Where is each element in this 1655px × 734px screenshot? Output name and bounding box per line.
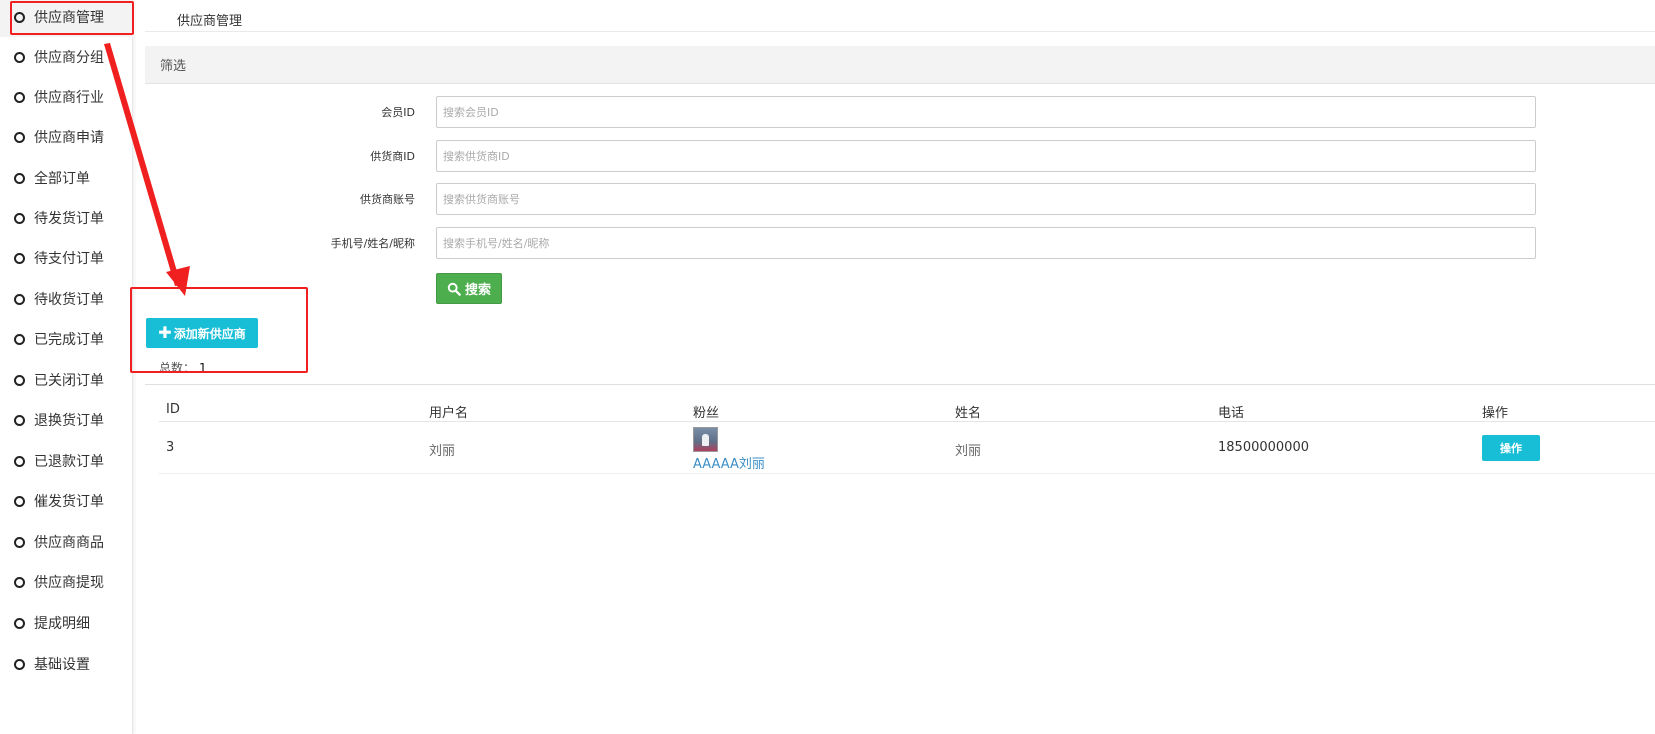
operation-button[interactable]: 操作 bbox=[1482, 435, 1540, 461]
sidebar-item-label: 基础设置 bbox=[34, 657, 90, 673]
sidebar-item-label: 待收货订单 bbox=[34, 292, 104, 308]
column-header-fans: 粉丝 bbox=[693, 406, 720, 421]
sidebar-item-pending-receipt[interactable]: 待收货订单 bbox=[0, 279, 133, 319]
sidebar-item-pending-shipment[interactable]: 待发货订单 bbox=[0, 198, 133, 238]
breadcrumb: 供应商管理 bbox=[177, 14, 243, 29]
sidebar-item-supplier-products[interactable]: 供应商商品 bbox=[0, 522, 133, 562]
sidebar-item-shipment-reminders[interactable]: 催发货订单 bbox=[0, 481, 133, 521]
sidebar-item-label: 已关闭订单 bbox=[34, 373, 104, 389]
filter-row-supplier-id: 供货商ID bbox=[145, 140, 1545, 172]
search-button-label: 搜索 bbox=[464, 283, 491, 298]
column-header-id: ID bbox=[166, 402, 180, 417]
sidebar-item-supplier-applications[interactable]: 供应商申请 bbox=[0, 117, 133, 157]
sidebar-item-label: 供应商行业 bbox=[34, 90, 104, 106]
circle-icon bbox=[14, 91, 25, 103]
circle-icon bbox=[14, 617, 25, 629]
filter-row-supplier-account: 供货商账号 bbox=[145, 183, 1545, 215]
circle-icon bbox=[14, 172, 25, 184]
filter-title: 筛选 bbox=[160, 59, 187, 74]
circle-icon bbox=[14, 252, 25, 264]
sidebar-item-refunded[interactable]: 已退款订单 bbox=[0, 441, 133, 481]
sidebar-item-supplier-industry[interactable]: 供应商行业 bbox=[0, 77, 133, 117]
circle-icon bbox=[14, 374, 25, 386]
circle-icon bbox=[14, 658, 25, 670]
person-figure bbox=[702, 433, 709, 446]
sidebar-item-label: 供应商申请 bbox=[34, 130, 104, 146]
sidebar-item-completed-orders[interactable]: 已完成订单 bbox=[0, 319, 133, 359]
filter-row-phone-name-nickname: 手机号/姓名/昵称 bbox=[145, 227, 1545, 259]
member-id-input[interactable] bbox=[436, 96, 1536, 128]
circle-icon bbox=[14, 576, 25, 588]
phone-name-nickname-label: 手机号/姓名/昵称 bbox=[330, 237, 415, 250]
sidebar-item-supplier-groups[interactable]: 供应商分组 bbox=[0, 37, 133, 77]
cell-name: 刘丽 bbox=[955, 444, 982, 459]
member-id-label: 会员ID bbox=[381, 106, 415, 119]
circle-icon bbox=[14, 293, 25, 305]
cell-fan-nickname[interactable]: AAAAA刘丽 bbox=[693, 453, 765, 472]
cell-phone: 18500000000 bbox=[1218, 440, 1309, 455]
sidebar-item-label: 提成明细 bbox=[34, 616, 90, 632]
column-header-name: 姓名 bbox=[955, 406, 982, 421]
circle-icon bbox=[14, 536, 25, 548]
annotation-highlight-box bbox=[130, 287, 308, 373]
filter-row-member-id: 会员ID bbox=[145, 96, 1545, 128]
search-icon bbox=[447, 282, 461, 296]
circle-icon bbox=[14, 495, 25, 507]
sidebar-item-label: 全部订单 bbox=[34, 171, 90, 187]
phone-name-nickname-input[interactable] bbox=[436, 227, 1536, 259]
sidebar-item-label: 供应商分组 bbox=[34, 50, 104, 66]
supplier-account-input[interactable] bbox=[436, 183, 1536, 215]
circle-icon bbox=[14, 131, 25, 143]
cell-username: 刘丽 bbox=[429, 444, 456, 459]
supplier-account-label: 供货商账号 bbox=[360, 193, 415, 206]
supplier-id-input[interactable] bbox=[436, 140, 1536, 172]
sidebar-item-label: 已完成订单 bbox=[34, 332, 104, 348]
cell-id: 3 bbox=[166, 440, 175, 455]
sidebar-item-label: 已退款订单 bbox=[34, 454, 104, 470]
column-header-phone: 电话 bbox=[1218, 406, 1245, 421]
column-header-username: 用户名 bbox=[429, 406, 469, 421]
supplier-id-label: 供货商ID bbox=[370, 150, 415, 163]
table-row-divider bbox=[159, 473, 1655, 474]
sidebar-item-returns[interactable]: 退换货订单 bbox=[0, 400, 133, 440]
sidebar: 供应商管理 供应商分组 供应商行业 供应商申请 全部订单 待发货订单 待支付订单… bbox=[0, 0, 133, 734]
circle-icon bbox=[14, 212, 25, 224]
sidebar-item-label: 待支付订单 bbox=[34, 251, 104, 267]
sidebar-item-closed-orders[interactable]: 已关闭订单 bbox=[0, 360, 133, 400]
search-button[interactable]: 搜索 bbox=[436, 273, 502, 304]
column-header-actions: 操作 bbox=[1482, 406, 1509, 421]
circle-icon bbox=[14, 51, 25, 63]
sidebar-item-basic-settings[interactable]: 基础设置 bbox=[0, 644, 133, 684]
sidebar-item-label: 催发货订单 bbox=[34, 494, 104, 510]
sidebar-item-label: 待发货订单 bbox=[34, 211, 104, 227]
sidebar-item-pending-payment[interactable]: 待支付订单 bbox=[0, 238, 133, 278]
divider bbox=[145, 384, 1655, 385]
sidebar-item-label: 退换货订单 bbox=[34, 413, 104, 429]
divider bbox=[145, 31, 1655, 32]
sidebar-item-supplier-withdrawals[interactable]: 供应商提现 bbox=[0, 562, 133, 602]
filter-panel-header: 筛选 bbox=[145, 46, 1655, 84]
avatar bbox=[693, 427, 718, 452]
sidebar-item-label: 供应商提现 bbox=[34, 575, 104, 591]
sidebar-item-label: 供应商商品 bbox=[34, 535, 104, 551]
sidebar-item-commission-details[interactable]: 提成明细 bbox=[0, 603, 133, 643]
annotation-highlight-box bbox=[10, 1, 134, 35]
circle-icon bbox=[14, 414, 25, 426]
table-header-divider bbox=[159, 421, 1655, 422]
circle-icon bbox=[14, 333, 25, 345]
circle-icon bbox=[14, 455, 25, 467]
sidebar-item-all-orders[interactable]: 全部订单 bbox=[0, 158, 133, 198]
